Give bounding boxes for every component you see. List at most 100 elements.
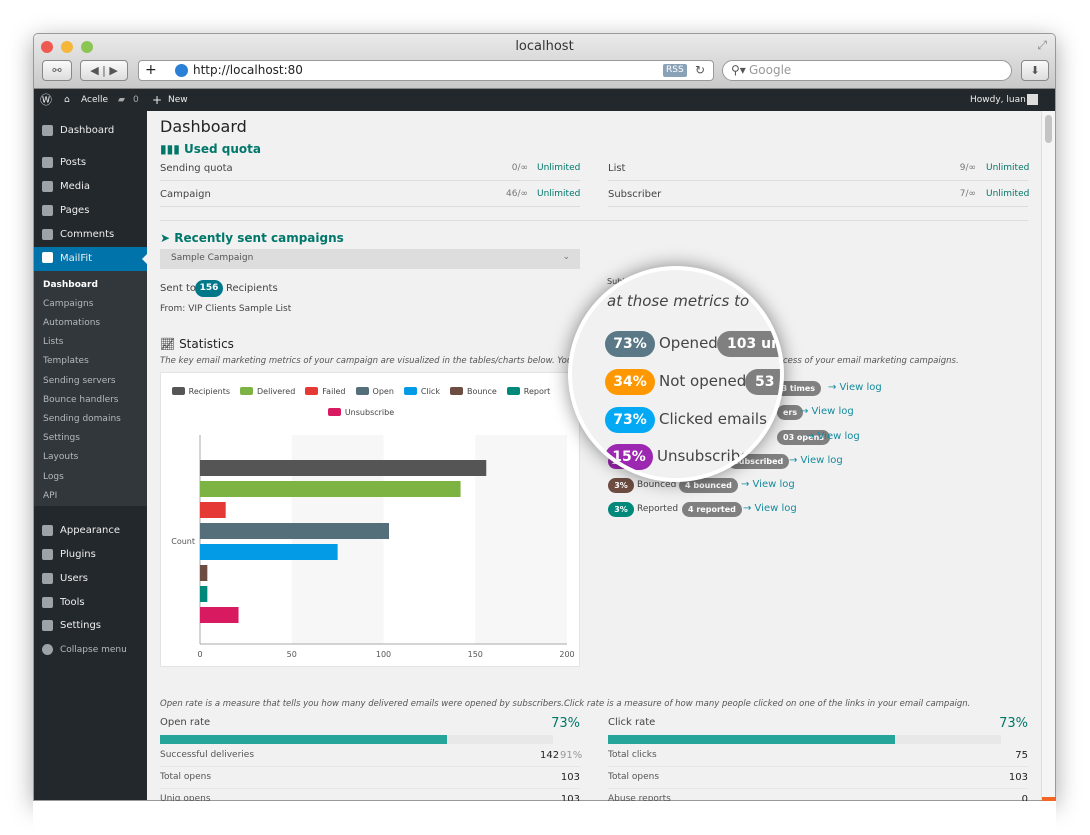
x-tick-label: 0 (197, 650, 202, 659)
lens-pct-badge: 34% (605, 369, 655, 395)
quota-label: Campaign (160, 189, 211, 200)
submenu-api[interactable]: API (43, 491, 57, 501)
comments-count[interactable]: 0 (133, 89, 139, 111)
view-log-link[interactable]: → View log (806, 431, 860, 442)
rate-row-label: Total opens (608, 772, 660, 782)
bar-chart-svg: 0 50 100 150 200 Count (171, 435, 575, 659)
view-log-link[interactable]: → View log (789, 455, 843, 466)
label: Media (60, 181, 91, 192)
lens-count-badge: 103 uniq (717, 331, 780, 357)
rss-button[interactable]: RSS (663, 64, 687, 77)
view-log-link[interactable]: → View log (800, 406, 854, 417)
submenu-logs[interactable]: Logs (43, 472, 64, 482)
rate-row-value: 103 (1008, 772, 1028, 783)
divider (160, 206, 580, 207)
rates-note: Open rate is a measure that tells you ho… (160, 699, 971, 709)
divider (160, 180, 580, 181)
section-divider (160, 220, 1028, 221)
resize-corner (1042, 797, 1056, 801)
click-rate-fill (608, 735, 895, 744)
quota-value: 0/∞ (511, 163, 528, 173)
lens-pct-badge: 73% (605, 407, 655, 433)
scroll-thumb[interactable] (1045, 115, 1052, 143)
submenu-dashboard[interactable]: Dashboard (43, 280, 98, 290)
view-log-link[interactable]: → View log (743, 503, 797, 514)
sidebar-item-mailfit[interactable]: MailFit (34, 247, 148, 271)
wordpress-logo-icon[interactable]: Ⓦ (40, 89, 52, 111)
fullscreen-icon[interactable]: ⤢ (1037, 38, 1047, 53)
lens-count-badge: 53 / (745, 369, 780, 395)
site-link[interactable]: Acelle (81, 89, 108, 111)
row-divider (608, 766, 1028, 767)
grid-band (475, 435, 567, 644)
submenu-sending-servers[interactable]: Sending servers (43, 376, 116, 386)
row-divider (160, 788, 580, 789)
sidebar-item-posts[interactable]: Posts (34, 152, 147, 174)
label: Users (60, 573, 89, 584)
rate-row-label: Total opens (160, 772, 212, 782)
heading-text: Statistics (179, 337, 234, 351)
current-arrow (136, 253, 148, 265)
label: Pages (60, 205, 90, 216)
reader-button[interactable]: ⚯ (42, 60, 72, 81)
bar-click (200, 544, 338, 560)
collapse-menu-button[interactable]: Collapse menu (34, 639, 147, 661)
submenu-layouts[interactable]: Layouts (43, 452, 78, 462)
reload-icon[interactable]: ↻ (695, 61, 705, 80)
campaign-select-value: Sample Campaign (171, 253, 254, 263)
title-bar: localhost ⤢ ⚯ ◀ | ▶ + http://localhost:8… (34, 34, 1055, 89)
submenu-campaigns[interactable]: Campaigns (43, 299, 93, 309)
bar-delivered (200, 481, 461, 497)
open-rate-bar (160, 735, 553, 744)
address-bar[interactable]: + http://localhost:80 RSS ↻ (138, 60, 714, 81)
rate-row-value: 75 (1015, 750, 1028, 761)
magnifier-lens: at those metrics to ass 73% Opened 103 u… (568, 266, 784, 482)
sidebar-item-appearance[interactable]: Appearance (34, 520, 147, 542)
view-log-link[interactable]: → View log (828, 382, 882, 393)
open-rate-fill (160, 735, 447, 744)
heading-text: Recently sent campaigns (174, 231, 344, 245)
submenu-bounce-handlers[interactable]: Bounce handlers (43, 395, 119, 405)
campaign-select[interactable]: Sample Campaign ⌄ (160, 249, 580, 269)
view-log-link[interactable]: → View log (741, 479, 795, 490)
sidebar-item-plugins[interactable]: Plugins (34, 544, 147, 566)
new-link[interactable]: New (168, 89, 188, 111)
media-icon (42, 181, 53, 192)
sidebar-item-tools[interactable]: Tools (34, 592, 147, 614)
wrench-icon (42, 597, 53, 608)
label: Tools (60, 597, 85, 608)
label: MailFit (60, 253, 93, 264)
label: Plugins (60, 549, 96, 560)
divider (608, 206, 1028, 207)
quota-label: List (608, 163, 626, 174)
sidebar-item-dashboard[interactable]: Dashboard (34, 120, 147, 142)
add-icon[interactable]: + (145, 61, 157, 80)
sidebar-item-users[interactable]: Users (34, 568, 147, 590)
account-link[interactable]: Howdy, luan (970, 89, 1026, 111)
back-forward-button[interactable]: ◀ | ▶ (80, 60, 128, 81)
recipients-count-badge: 156 (195, 280, 223, 297)
statistics-chart: Recipients Delivered Failed Open Click Bounce… (160, 372, 580, 667)
pages-icon (42, 205, 53, 216)
avatar[interactable] (1027, 94, 1038, 105)
scrollbar[interactable] (1041, 111, 1055, 800)
sidebar-item-media[interactable]: Media (34, 176, 147, 198)
downloads-button[interactable]: ⬇ (1021, 60, 1049, 81)
x-tick-label: 50 (287, 650, 297, 659)
search-field[interactable]: ⚲▾ Google (722, 60, 1012, 81)
rate-row-label: Successful deliveries (160, 750, 255, 760)
line-chart-icon: 📈︎ (160, 337, 180, 351)
submenu-automations[interactable]: Automations (43, 318, 100, 328)
submenu-sending-domains[interactable]: Sending domains (43, 414, 121, 424)
sidebar-item-pages[interactable]: Pages (34, 200, 147, 222)
sidebar-item-settings[interactable]: Settings (34, 615, 147, 637)
statistics-heading: 📈︎ Statistics (160, 337, 234, 351)
submenu-settings[interactable]: Settings (43, 433, 80, 443)
lens-label: Opened (659, 334, 718, 352)
submenu-lists[interactable]: Lists (43, 337, 63, 347)
sidebar-item-comments[interactable]: Comments (34, 224, 147, 246)
bar-failed (200, 502, 226, 518)
quota-limit: Unlimited (986, 163, 1030, 173)
submenu-templates[interactable]: Templates (43, 356, 89, 366)
label: Collapse menu (60, 645, 127, 655)
